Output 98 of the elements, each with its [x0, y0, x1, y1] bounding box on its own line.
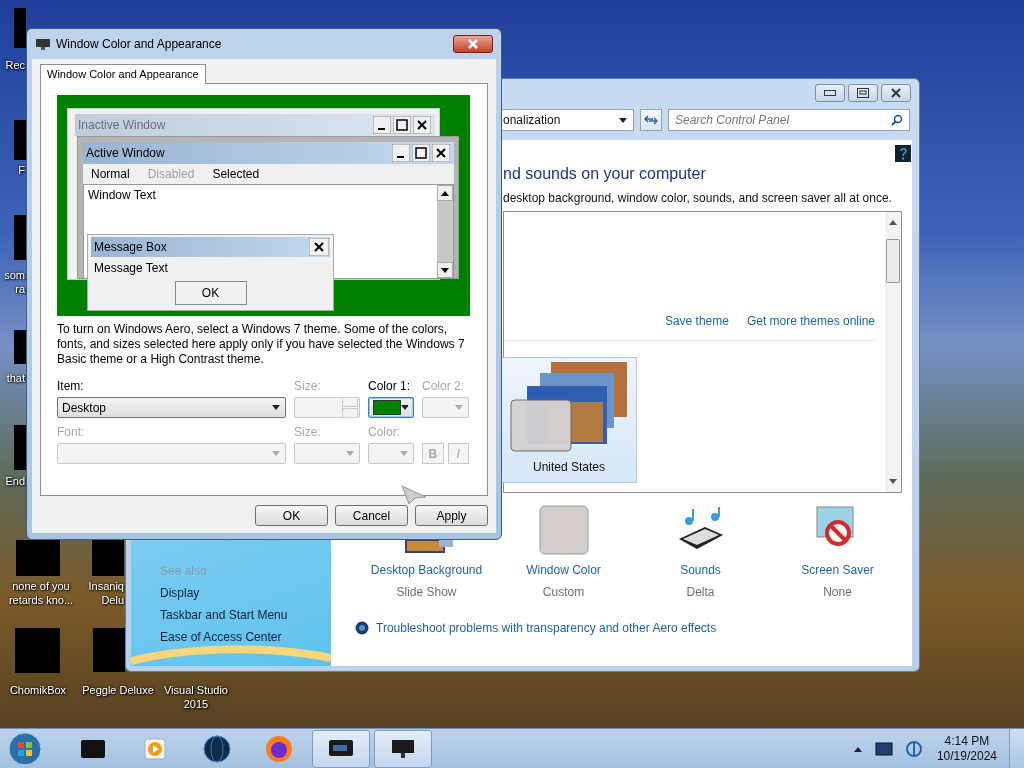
ok-button-preview: OK — [174, 281, 247, 305]
caret-icon — [272, 405, 280, 410]
clock[interactable]: 4:14 PM 10/19/2024 — [936, 733, 997, 764]
refresh-icon — [644, 114, 658, 126]
close-icon — [413, 116, 431, 134]
field-label: Color: — [368, 425, 401, 439]
theme-link[interactable]: Save theme — [664, 314, 729, 328]
scroll-down-icon — [441, 267, 449, 273]
scroll-down-icon[interactable] — [889, 479, 897, 484]
window-title: Active Window — [86, 146, 165, 160]
field-label: Item: — [57, 379, 85, 393]
window-title: Inactive Window — [78, 118, 166, 132]
refresh-button[interactable] — [640, 109, 662, 131]
desktop-icon-label: that — [5, 371, 25, 385]
monitor-icon[interactable] — [874, 741, 893, 756]
taskbar-button[interactable] — [374, 729, 432, 768]
caret-icon — [401, 405, 408, 410]
troubleshoot-link[interactable]: Troubleshoot problems with transparency and other Aero effects — [376, 621, 717, 635]
maximize-icon — [393, 116, 411, 134]
setting-value: None — [823, 585, 852, 599]
minimize-icon — [392, 144, 410, 162]
globe-icon — [202, 733, 232, 764]
setting-link[interactable]: Sounds — [680, 563, 721, 577]
scroll-up-icon[interactable] — [889, 220, 897, 225]
caret-icon — [346, 451, 354, 456]
desktop-icon-label: End — [4, 474, 25, 488]
desktop-icon-label: Peggle Deluxe — [81, 683, 155, 697]
window-text: Window Text — [88, 188, 156, 202]
dialog-button[interactable]: Cancel — [335, 505, 408, 526]
field-label: Size: — [294, 425, 322, 439]
setting-link[interactable]: Window Color — [526, 563, 601, 577]
restore-icon — [857, 88, 869, 98]
theme-link[interactable]: Get more themes online — [746, 314, 875, 328]
field-label: Size: — [294, 379, 322, 393]
caret-icon — [455, 405, 463, 410]
window-title: Message Box — [94, 240, 167, 254]
show-desktop-button[interactable] — [1009, 728, 1024, 768]
box-icon — [81, 739, 105, 758]
desktop-icon-label: none of you retards kno... — [7, 579, 75, 607]
close-icon — [309, 238, 329, 256]
desktop-icon-label: Rec — [4, 58, 25, 72]
scroll-thumb[interactable] — [886, 239, 900, 283]
scroll-up-icon — [441, 190, 449, 196]
close-button[interactable] — [453, 35, 493, 53]
field-label: Color 1: — [368, 379, 412, 393]
field-label: Font: — [57, 425, 86, 439]
address-bar[interactable]: onalization — [501, 109, 634, 131]
maximize-icon — [412, 144, 430, 162]
shield-icon — [355, 621, 369, 635]
see-also-link[interactable]: Taskbar and Start Menu — [160, 608, 288, 622]
setting-link[interactable]: Desktop Background — [370, 563, 483, 577]
dialog-button[interactable]: OK — [255, 505, 328, 526]
minimize-button[interactable] — [815, 84, 845, 102]
monitor-icon — [36, 38, 50, 50]
firefox-icon — [264, 733, 294, 764]
caret-icon — [272, 451, 280, 456]
minimize-icon — [824, 90, 836, 96]
description-text: To turn on Windows Aero, select a Windows 7 theme. Some of the colors, fonts, and sizes selected here apply only if you have selected the Windows 7 Basic theme or a High Contrast theme. — [57, 322, 466, 367]
setting-value: Delta — [686, 585, 715, 599]
tab[interactable]: Window Color and Appearance — [40, 64, 206, 84]
caret-icon — [619, 117, 627, 123]
color-swatch-icon[interactable] — [538, 505, 589, 555]
message-text: Message Text — [94, 261, 169, 275]
close-icon — [432, 144, 450, 162]
help-icon[interactable] — [895, 145, 911, 162]
close-icon — [468, 39, 478, 49]
scrollbar[interactable] — [885, 212, 901, 492]
caret-icon — [400, 451, 408, 456]
color-picker[interactable] — [368, 397, 414, 418]
page-description: desktop background, window color, sounds, and screen saver all at once. — [503, 191, 893, 205]
search-icon[interactable] — [891, 114, 903, 126]
desktop-icon-label: Visual Studio 2015 — [163, 683, 229, 711]
dialog-button[interactable]: Apply — [415, 505, 488, 526]
close-button[interactable] — [881, 84, 911, 102]
theme-tile[interactable]: United States — [501, 357, 637, 483]
setting-link[interactable]: Screen Saver — [801, 563, 874, 577]
restore-button[interactable] — [848, 84, 878, 102]
desktop-icon-label: ChomikBox — [8, 683, 68, 697]
setting-value: Slide Show — [396, 585, 457, 599]
media-player-icon — [142, 735, 168, 762]
see-also-heading: See also — [160, 564, 208, 578]
taskbar-button[interactable] — [312, 729, 370, 768]
setting-value: Custom — [542, 585, 585, 599]
close-icon — [891, 88, 901, 98]
desktop-icon-label: som ra — [3, 268, 25, 296]
window-title: Window Color and Appearance — [56, 37, 222, 51]
search-field[interactable]: Search Control Panel — [668, 109, 910, 131]
field-label: Color 2: — [422, 379, 466, 393]
network-icon[interactable] — [904, 739, 923, 758]
see-also-link[interactable]: Ease of Access Center — [160, 630, 288, 644]
windows-logo-icon — [8, 731, 42, 766]
minimize-icon — [373, 116, 391, 134]
dropdown[interactable]: Desktop — [57, 397, 286, 418]
desktop-icon-label: F — [17, 163, 25, 177]
see-also-link[interactable]: Display — [160, 586, 288, 600]
desktop-icon-label: Insaniq Delu — [87, 579, 124, 607]
page-heading: nd sounds on your computer — [503, 164, 707, 184]
menu-item: Disabled — [147, 167, 195, 181]
